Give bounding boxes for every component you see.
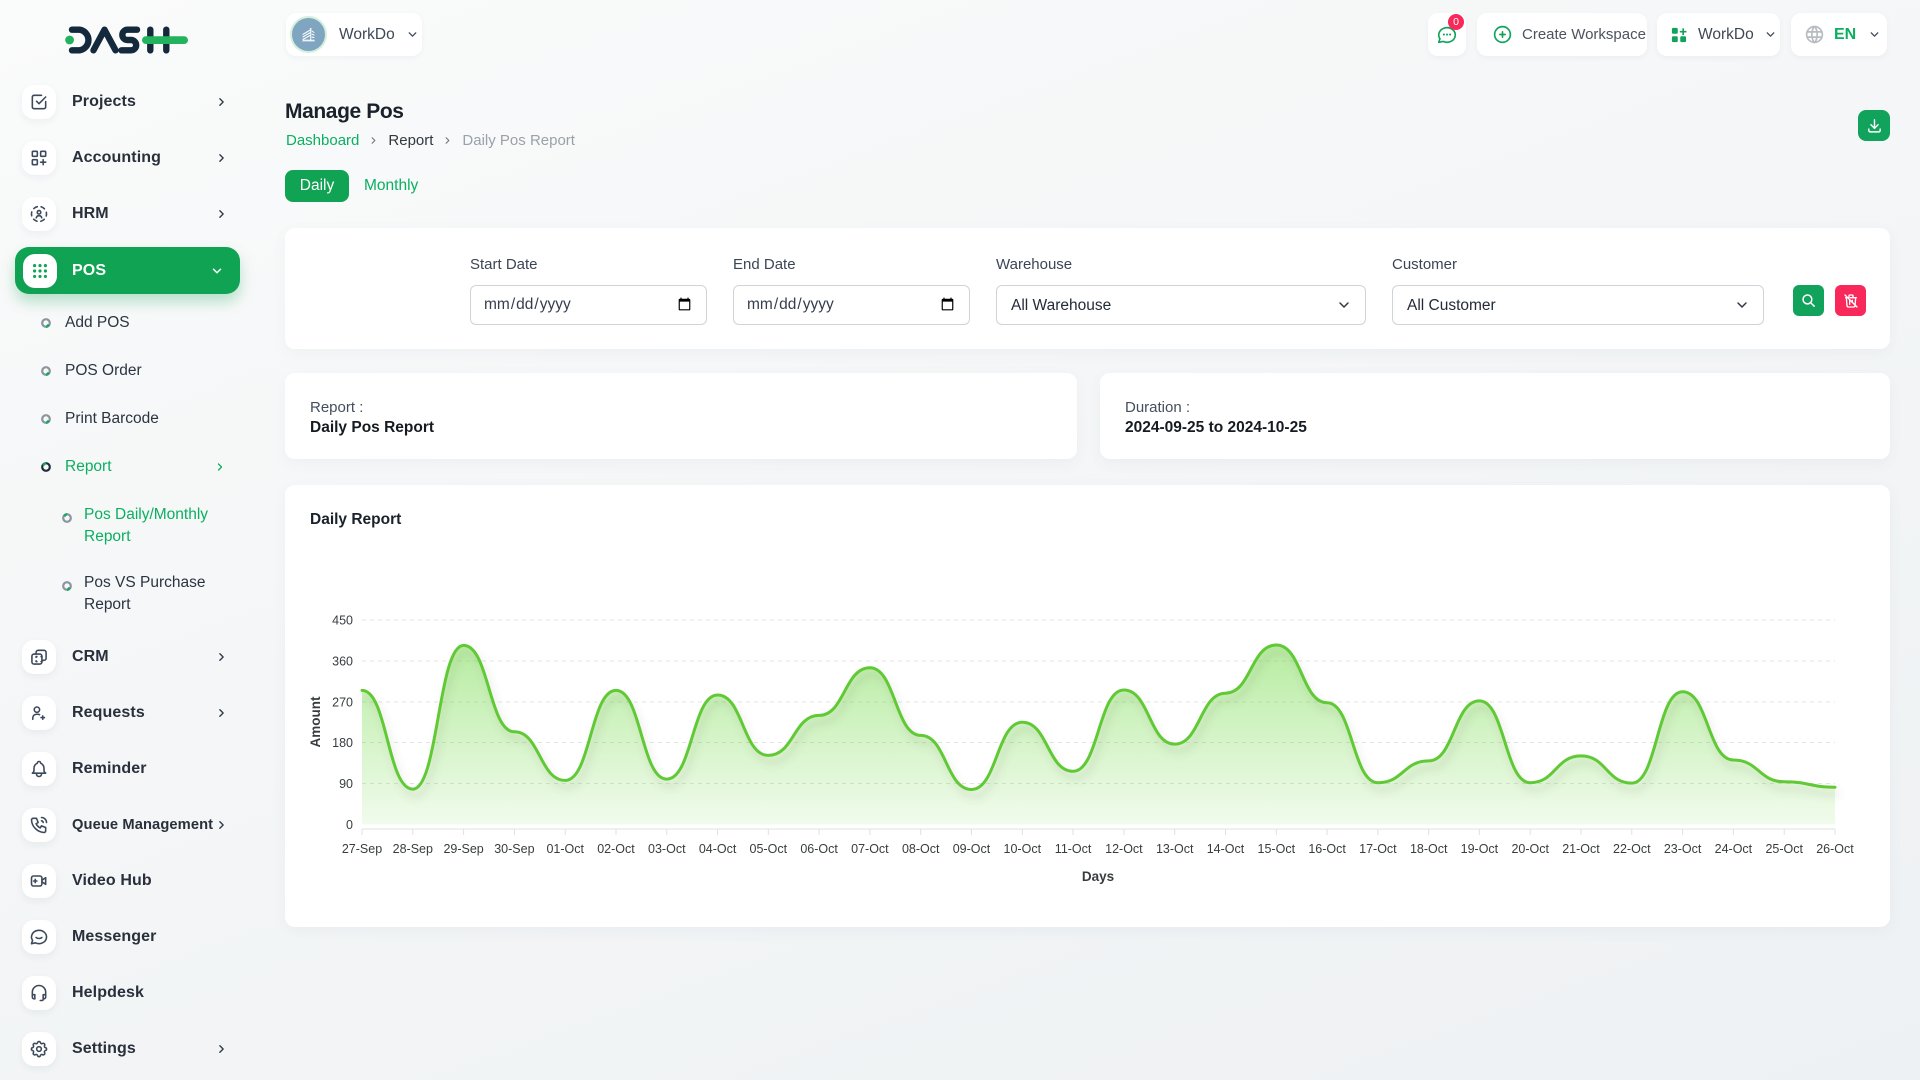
svg-text:25-Oct: 25-Oct	[1765, 842, 1803, 856]
svg-text:15-Oct: 15-Oct	[1258, 842, 1296, 856]
svg-text:29-Sep: 29-Sep	[443, 842, 483, 856]
svg-text:19-Oct: 19-Oct	[1461, 842, 1499, 856]
svg-text:24-Oct: 24-Oct	[1715, 842, 1753, 856]
svg-text:12-Oct: 12-Oct	[1105, 842, 1143, 856]
svg-text:16-Oct: 16-Oct	[1308, 842, 1346, 856]
svg-text:Days: Days	[1082, 869, 1114, 884]
svg-text:06-Oct: 06-Oct	[800, 842, 838, 856]
svg-text:0: 0	[346, 818, 353, 832]
svg-text:17-Oct: 17-Oct	[1359, 842, 1397, 856]
svg-text:02-Oct: 02-Oct	[597, 842, 635, 856]
svg-text:07-Oct: 07-Oct	[851, 842, 889, 856]
svg-text:18-Oct: 18-Oct	[1410, 842, 1448, 856]
svg-text:30-Sep: 30-Sep	[494, 842, 534, 856]
svg-text:13-Oct: 13-Oct	[1156, 842, 1194, 856]
svg-text:27-Sep: 27-Sep	[342, 842, 382, 856]
svg-text:09-Oct: 09-Oct	[953, 842, 991, 856]
svg-text:10-Oct: 10-Oct	[1004, 842, 1042, 856]
svg-text:270: 270	[332, 696, 353, 710]
svg-text:14-Oct: 14-Oct	[1207, 842, 1245, 856]
svg-text:05-Oct: 05-Oct	[750, 842, 788, 856]
svg-text:01-Oct: 01-Oct	[546, 842, 584, 856]
svg-text:03-Oct: 03-Oct	[648, 842, 686, 856]
svg-text:08-Oct: 08-Oct	[902, 842, 940, 856]
svg-text:360: 360	[332, 655, 353, 669]
svg-text:90: 90	[339, 777, 353, 791]
svg-text:180: 180	[332, 736, 353, 750]
svg-text:04-Oct: 04-Oct	[699, 842, 737, 856]
svg-text:26-Oct: 26-Oct	[1816, 842, 1854, 856]
svg-text:23-Oct: 23-Oct	[1664, 842, 1702, 856]
svg-text:21-Oct: 21-Oct	[1562, 842, 1600, 856]
svg-text:Amount: Amount	[308, 696, 323, 747]
svg-text:20-Oct: 20-Oct	[1511, 842, 1549, 856]
svg-text:450: 450	[332, 614, 353, 628]
svg-text:28-Sep: 28-Sep	[393, 842, 433, 856]
svg-text:22-Oct: 22-Oct	[1613, 842, 1651, 856]
svg-text:11-Oct: 11-Oct	[1055, 842, 1092, 856]
